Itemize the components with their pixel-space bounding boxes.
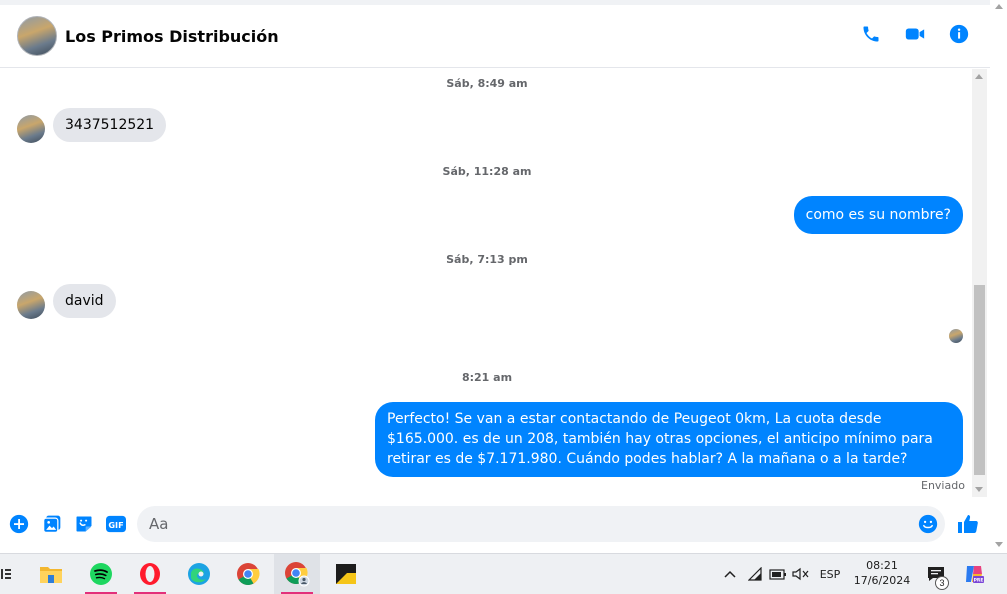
copilot-icon[interactable]: PRE (961, 554, 987, 594)
gif-icon[interactable]: GIF (105, 514, 127, 534)
contact-avatar-small[interactable] (17, 291, 45, 319)
language-indicator[interactable]: ESP (816, 554, 844, 594)
network-icon[interactable] (745, 554, 767, 594)
file-explorer-icon[interactable] (28, 554, 74, 594)
clock-date: 17/6/2024 (853, 574, 911, 587)
system-clock[interactable]: 08:21 17/6/2024 (846, 558, 918, 588)
chevron-up-icon[interactable] (720, 554, 740, 594)
scroll-down-arrow[interactable] (975, 487, 983, 492)
outgoing-message[interactable]: como es su nombre? (793, 196, 963, 234)
message-composer: GIF (0, 497, 990, 553)
chat-header: Los Primos Distribución (0, 5, 990, 68)
spotify-icon[interactable] (78, 554, 124, 594)
contact-name[interactable]: Los Primos Distribución (65, 27, 279, 46)
plus-circle-icon[interactable] (9, 514, 29, 534)
svg-text:GIF: GIF (108, 520, 123, 530)
clock-time: 08:21 (866, 559, 898, 572)
svg-text:PRE: PRE (974, 578, 984, 584)
page-scrollbar[interactable] (990, 0, 1007, 553)
incoming-message[interactable]: david (53, 284, 116, 318)
chrome-icon[interactable] (225, 554, 271, 594)
sticker-icon[interactable] (74, 514, 94, 534)
outgoing-message[interactable]: Perfecto! Se van a estar contactando de … (375, 402, 963, 477)
page-scroll-down-arrow[interactable] (995, 542, 1003, 547)
message-timestamp: Sáb, 8:49 am (446, 77, 528, 90)
emoji-icon[interactable] (918, 514, 938, 534)
volume-muted-icon[interactable] (790, 554, 812, 594)
scrollbar-thumb[interactable] (974, 285, 985, 475)
windows-taskbar: ESP 08:21 17/6/2024 3 PRE (0, 553, 1007, 594)
scroll-up-arrow[interactable] (975, 74, 983, 79)
header-actions (860, 23, 970, 45)
notification-count-badge: 3 (935, 576, 949, 590)
message-input[interactable] (137, 506, 945, 542)
battery-icon[interactable] (767, 554, 789, 594)
message-timestamp: 8:21 am (461, 371, 513, 384)
page-scroll-up-arrow[interactable] (995, 4, 1003, 9)
opera-icon[interactable] (127, 554, 173, 594)
contact-avatar[interactable] (17, 16, 57, 56)
message-status: Enviado (921, 479, 965, 492)
edge-icon[interactable] (176, 554, 222, 594)
contact-avatar-small[interactable] (17, 115, 45, 143)
message-list[interactable]: Sáb, 8:49 am 3437512521 Sáb, 11:28 am co… (0, 69, 972, 497)
message-scrollbar[interactable] (972, 69, 987, 497)
sticky-notes-icon[interactable] (323, 554, 369, 594)
photo-icon[interactable] (42, 514, 62, 534)
info-icon[interactable] (948, 23, 970, 45)
chrome-profile-icon[interactable] (274, 554, 320, 594)
incoming-message[interactable]: 3437512521 (53, 108, 167, 142)
seen-indicator-avatar (949, 329, 963, 343)
widgets-icon[interactable] (0, 554, 12, 594)
video-call-icon[interactable] (904, 23, 926, 45)
message-timestamp: Sáb, 7:13 pm (446, 253, 528, 266)
messenger-window: Los Primos Distribución Sáb, 8:49 am 343… (0, 0, 1007, 594)
phone-call-icon[interactable] (860, 23, 882, 45)
thumbs-up-icon[interactable] (956, 512, 980, 536)
message-timestamp: Sáb, 11:28 am (442, 165, 532, 178)
